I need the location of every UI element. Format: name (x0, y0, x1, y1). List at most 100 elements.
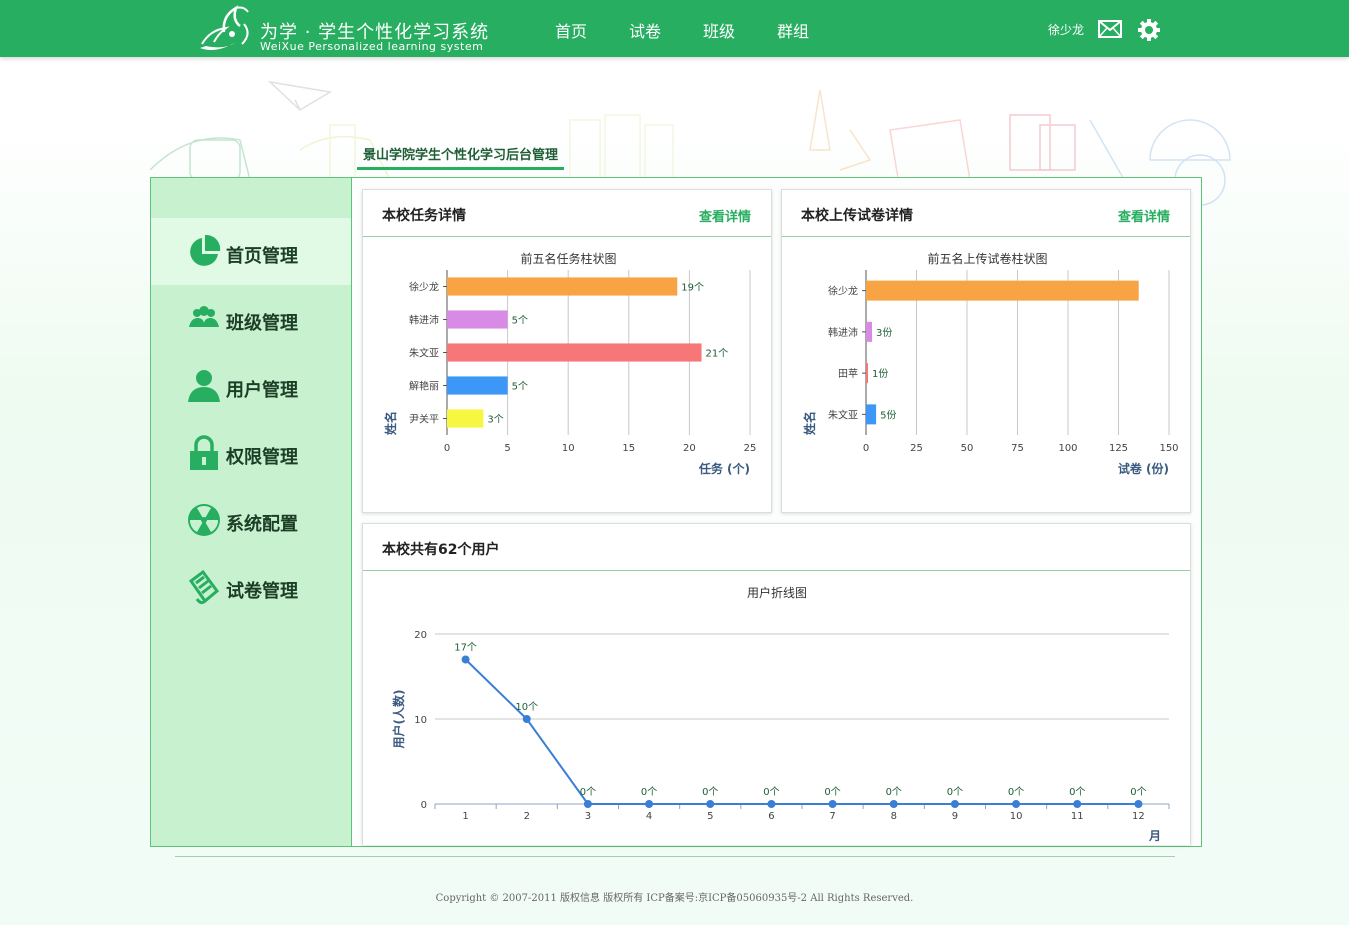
x-axis-label: 试卷 (份) (1118, 461, 1169, 476)
x-tick-label: 12 (1132, 811, 1145, 822)
x-tick-label: 100 (1058, 443, 1077, 454)
x-tick-label: 25 (910, 443, 923, 454)
y-tick-label: 尹关平 (409, 413, 439, 426)
view-details-link[interactable]: 查看详情 (699, 206, 751, 225)
card-header: 本校任务详情 查看详情 (363, 190, 771, 237)
x-axis-label: 任务 (个) (698, 461, 750, 476)
data-point (950, 800, 959, 808)
data-label: 3份 (876, 327, 892, 339)
y-tick-label: 朱文亚 (409, 347, 439, 360)
data-point (767, 800, 776, 808)
x-tick-label: 75 (1011, 443, 1024, 454)
x-tick-label: 50 (961, 443, 974, 454)
data-label: 0个 (1069, 786, 1085, 798)
nav-papers[interactable]: 试卷 (629, 18, 703, 42)
tasks-card: 本校任务详情 查看详情 前五名任务柱状图 0 5 10 15 20 25 徐少龙 19个 韩进沛 5… (362, 189, 772, 513)
sidebar-item-label: 试卷管理 (226, 581, 298, 602)
y-tick-label: 0 (421, 800, 427, 811)
x-tick-label: 3 (585, 811, 591, 822)
gear-icon[interactable] (1138, 19, 1160, 45)
x-tick-label: 9 (952, 811, 958, 822)
data-label: 19个 (681, 282, 704, 294)
bar (447, 409, 484, 428)
app-subtitle: WeiXue Personalized learning system (260, 40, 484, 53)
x-tick-label: 25 (744, 443, 757, 454)
radiation-icon (188, 504, 220, 536)
data-label: 0个 (1130, 786, 1146, 798)
x-tick-label: 6 (768, 811, 774, 822)
bar (866, 363, 869, 384)
data-label: 10个 (515, 701, 538, 713)
sidebar-item-permissions[interactable]: 权限管理 (151, 419, 351, 486)
x-tick-label: 8 (891, 811, 897, 822)
nav-groups[interactable]: 群组 (777, 18, 851, 42)
paper-icon (188, 569, 220, 605)
footer-copyright: Copyright © 2007-2011 版权信息 版权所有 ICP备案号:京… (435, 893, 914, 904)
card-header: 本校共有62个用户 (363, 524, 1190, 571)
data-label: 0个 (641, 786, 657, 798)
x-tick-label: 10 (562, 443, 575, 454)
main-panel: 首页管理 班级管理 用户管理 权限管理 系统配置 试卷管理 本校任务详情 查看详… (150, 177, 1202, 847)
breadcrumb: 景山学院学生个性化学习后台管理 (357, 144, 565, 170)
y-tick-label: 韩进沛 (828, 326, 858, 339)
data-point (645, 800, 654, 808)
nav-classes[interactable]: 班级 (703, 18, 777, 42)
view-details-link[interactable]: 查看详情 (1118, 206, 1170, 225)
data-label: 5个 (512, 315, 528, 327)
x-tick-label: 20 (683, 443, 696, 454)
sidebar-item-label: 权限管理 (226, 447, 298, 468)
app-logo[interactable]: 为学 · 学生个性化学习系统 WeiXue Personalized learn… (196, 4, 496, 54)
bar (447, 277, 678, 296)
data-label: 5个 (512, 381, 528, 393)
y-tick-label: 解艳丽 (409, 380, 439, 393)
bar (447, 310, 508, 329)
sidebar-item-settings[interactable]: 系统配置 (151, 486, 351, 553)
lock-icon (190, 435, 218, 470)
sidebar-item-users[interactable]: 用户管理 (151, 352, 351, 419)
bar (447, 343, 702, 362)
sidebar: 首页管理 班级管理 用户管理 权限管理 系统配置 试卷管理 (151, 178, 352, 846)
data-label: 0个 (702, 786, 718, 798)
x-tick-label: 150 (1159, 443, 1178, 454)
footer-divider (175, 856, 1175, 857)
sidebar-item-home[interactable]: 首页管理 (151, 218, 351, 285)
main-nav: 首页 试卷 班级 群组 (555, 18, 851, 42)
papers-card: 本校上传试卷详情 查看详情 前五名上传试卷柱状图 0 25 50 75 100 125 150… (781, 189, 1191, 513)
x-tick-label: 4 (646, 811, 652, 822)
users-card: 本校共有62个用户 用户折线图 0 10 20 17个 1 10个 2 0个 3 0个 4 0个 5 0个 6… (362, 523, 1191, 845)
data-point (1012, 800, 1021, 808)
data-point (828, 800, 837, 808)
sidebar-item-classes[interactable]: 班级管理 (151, 285, 351, 352)
nav-home[interactable]: 首页 (555, 18, 629, 42)
sidebar-item-label: 班级管理 (226, 313, 298, 334)
papers-bar-chart: 前五名上传试卷柱状图 0 25 50 75 100 125 150 徐少龙韩进沛 3份田苹 1份朱文… (802, 251, 1179, 476)
x-tick-label: 0 (863, 443, 869, 454)
user-icon (188, 370, 220, 402)
mail-icon[interactable] (1098, 20, 1122, 42)
sidebar-item-label: 系统配置 (226, 514, 298, 535)
bar (447, 376, 508, 395)
group-icon (189, 306, 219, 327)
x-tick-label: 15 (622, 443, 635, 454)
y-tick-label: 10 (414, 715, 427, 726)
y-tick-label: 田苹 (838, 367, 858, 380)
data-label: 0个 (824, 786, 840, 798)
x-tick-label: 7 (829, 811, 835, 822)
data-point (1134, 800, 1143, 808)
data-point (583, 800, 592, 808)
series-line (464, 658, 1139, 805)
sidebar-item-papers[interactable]: 试卷管理 (151, 553, 351, 620)
user-name[interactable]: 徐少龙 (1048, 21, 1084, 38)
data-label: 0个 (886, 786, 902, 798)
x-axis-label: 月 (1148, 829, 1161, 843)
x-tick-label: 2 (524, 811, 530, 822)
x-tick-label: 1 (462, 811, 468, 822)
y-tick-label: 朱文亚 (828, 408, 858, 421)
bar (866, 404, 877, 425)
tasks-bar-chart: 前五名任务柱状图0 5 10 15 20 25徐少龙 19个韩进沛 5个朱文亚 21个解艳丽 5个… (383, 251, 757, 476)
users-line-chart: 用户折线图0102017个110个20个30个40个50个60个70个80个90… (391, 585, 1170, 843)
bar (866, 280, 1139, 301)
data-label: 17个 (454, 642, 477, 654)
x-tick-label: 5 (504, 443, 510, 454)
y-tick-label: 20 (414, 630, 427, 641)
